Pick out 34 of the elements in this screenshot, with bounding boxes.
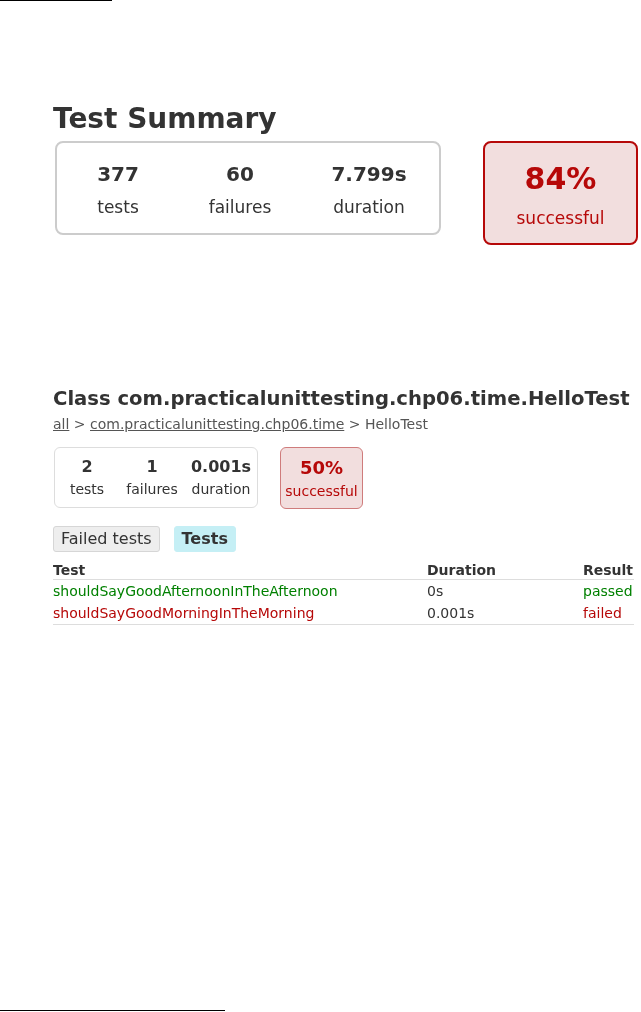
column-header: Result [583,561,634,579]
column-header: Test [53,561,86,579]
result-cell-text: failed [583,604,622,623]
counter-label: failures [126,480,178,498]
counter-label: tests [69,480,105,498]
success-rate-value: 84% [524,161,597,197]
tab[interactable]: Tests [173,526,236,552]
breadcrumb-link[interactable]: com.practicalunittesting.chp06.time [90,416,345,432]
test-name-cell-text: shouldSayGoodMorningInTheMorning [53,604,315,623]
counter-label: failures [208,196,272,219]
breadcrumb-link[interactable]: all [53,416,70,432]
duration-cell-text: 0.001s [427,604,475,623]
breadcrumb-separator: > [73,416,86,432]
counter-label: duration [333,196,405,219]
counter-label: tests [97,196,139,219]
counter-value: 377 [97,161,139,188]
counter-value: 7.799s [331,161,407,188]
success-rate-label: successful [516,207,605,230]
section-heading: Test Summary [53,102,277,136]
success-rate-value: 50% [299,457,344,479]
duration-cell-text: 0s [427,582,444,601]
counter-value: 1 [146,457,158,477]
column-header: Duration [427,561,496,579]
counter-label: duration [191,480,251,498]
counter-value: 60 [226,161,254,188]
counter-value: 0.001s [190,457,252,477]
class-heading: Class com.practicalunittesting.chp06.time.HelloTest [53,387,630,411]
result-cell-text: passed [583,582,633,601]
breadcrumb-current: HelloTest [364,416,428,432]
tab[interactable]: Failed tests [53,526,160,552]
breadcrumb-separator: > [348,416,361,432]
test-name-cell-text: shouldSayGoodAfternoonInTheAfternoon [53,582,338,601]
success-rate-label: successful [285,482,358,500]
counter-value: 2 [81,457,93,477]
